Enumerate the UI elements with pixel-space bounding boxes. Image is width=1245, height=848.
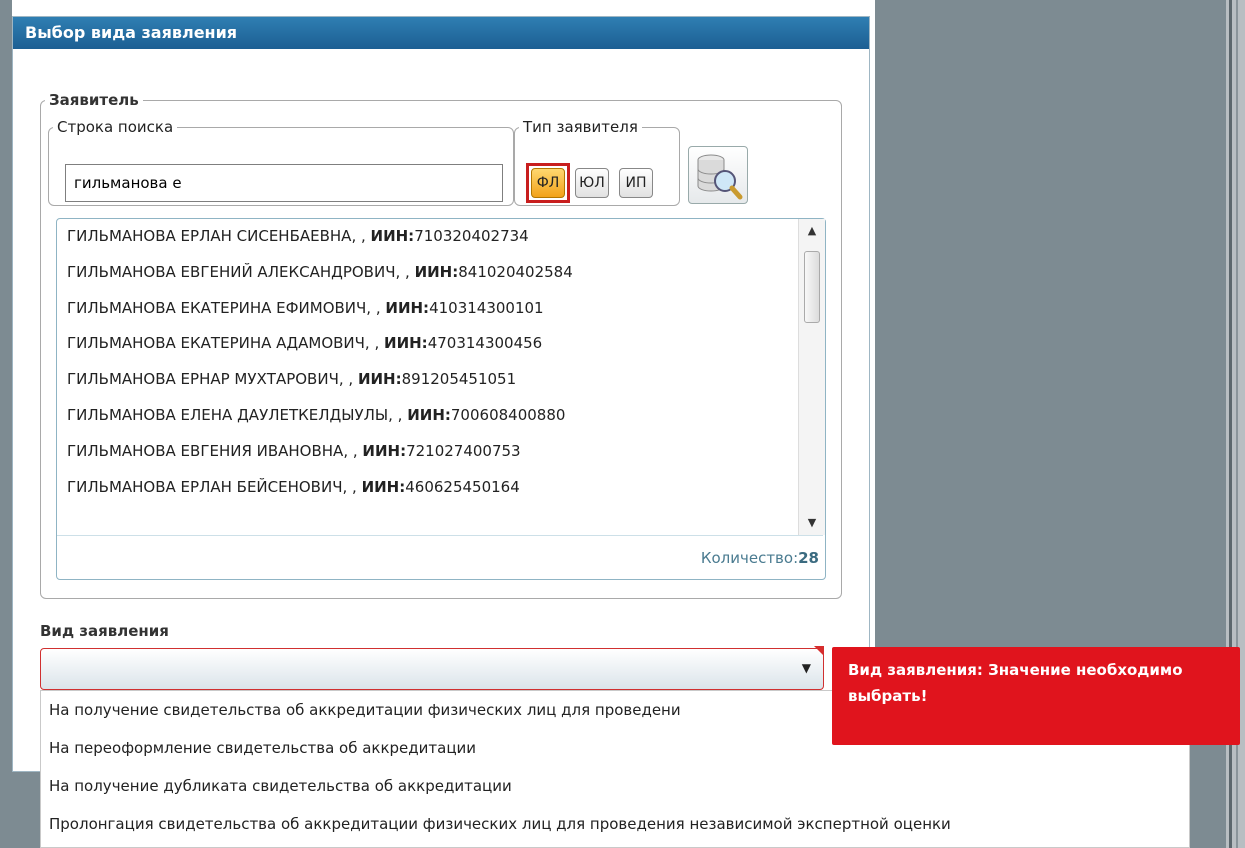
scroll-up-arrow-icon[interactable]: ▲ <box>799 219 825 243</box>
list-item[interactable]: ГИЛЬМАНОВА ЕРНАР МУХТАРОВИЧ, , ИИН:89120… <box>57 362 795 398</box>
dropdown-option[interactable]: Пролонгация свидетельства об аккредитаци… <box>41 805 1189 843</box>
search-input[interactable] <box>65 164 503 202</box>
search-group: Строка поиска <box>48 118 514 206</box>
application-kind-label: Вид заявления <box>40 622 169 640</box>
results-count: Количество:28 <box>57 535 823 579</box>
database-search-button[interactable] <box>688 146 748 204</box>
application-kind-select[interactable]: ▼ <box>40 648 824 690</box>
applicant-results-list: ГИЛЬМАНОВА ЕРЛАН СИСЕНБАЕВНА, , ИИН:7103… <box>56 218 826 580</box>
list-item[interactable]: ГИЛЬМАНОВА ЕВГЕНИЯ ИВАНОВНА, , ИИН:72102… <box>57 434 795 470</box>
type-button-ul[interactable]: ЮЛ <box>575 168 609 198</box>
applicant-type-label: Тип заявителя <box>523 118 638 136</box>
search-group-label: Строка поиска <box>57 118 174 136</box>
scroll-thumb[interactable] <box>804 251 820 323</box>
validation-error-marker <box>814 646 824 656</box>
list-item[interactable]: ГИЛЬМАНОВА ЕВГЕНИЙ АЛЕКСАНДРОВИЧ, , ИИН:… <box>57 255 795 291</box>
type-button-ip[interactable]: ИП <box>619 168 653 198</box>
scroll-down-arrow-icon[interactable]: ▼ <box>799 511 825 535</box>
list-item[interactable]: ГИЛЬМАНОВА ЕКАТЕРИНА ЕФИМОВИЧ, , ИИН:410… <box>57 291 795 327</box>
results-scrollbar[interactable]: ▲ ▼ <box>798 219 825 535</box>
list-item[interactable]: ГИЛЬМАНОВА ЕЛЕНА ДАУЛЕТКЕЛДЫУЛЫ, , ИИН:7… <box>57 398 795 434</box>
chevron-down-icon[interactable]: ▼ <box>802 661 811 675</box>
background-left <box>0 0 12 848</box>
applicant-group-label: Заявитель <box>49 91 139 109</box>
selected-type-highlight <box>526 163 570 203</box>
applicant-type-group: Тип заявителя ФЛ ЮЛ ИП <box>514 118 680 206</box>
list-item[interactable]: ГИЛЬМАНОВА ЕРЛАН СИСЕНБАЕВНА, , ИИН:7103… <box>57 219 795 255</box>
validation-error-tooltip: Вид заявления: Значение необходимо выбра… <box>832 647 1240 745</box>
dialog-title: Выбор вида заявления <box>13 17 869 49</box>
dropdown-option[interactable]: На получение дубликата свидетельства об … <box>41 767 1189 805</box>
database-search-icon <box>697 154 743 200</box>
list-item[interactable]: ГИЛЬМАНОВА ЕРЛАН БЕЙСЕНОВИЧ, , ИИН:46062… <box>57 470 795 506</box>
list-item[interactable]: ГИЛЬМАНОВА ЕКАТЕРИНА АДАМОВИЧ, , ИИН:470… <box>57 326 795 362</box>
